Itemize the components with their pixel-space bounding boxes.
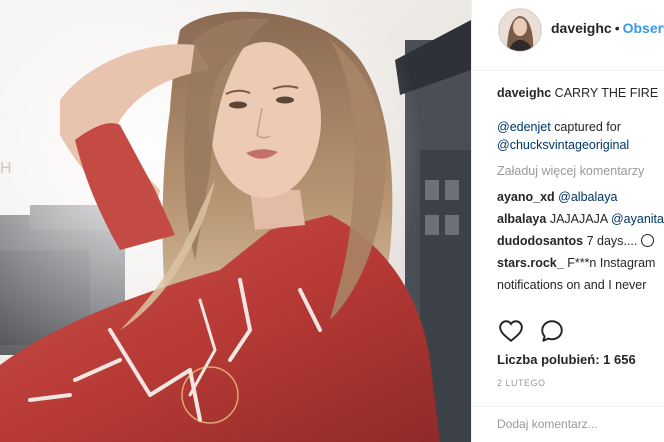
- caption: daveighc CARRY THE FIRE: [497, 84, 664, 102]
- tags-text: captured for: [550, 120, 621, 134]
- comment-text: 7 days....: [586, 234, 638, 248]
- header-separator: •: [614, 20, 620, 36]
- likes-count[interactable]: Liczba polubień: 1 656: [497, 352, 636, 367]
- comment-line: stars.rock_ F***n Instagram: [497, 254, 664, 272]
- header-username[interactable]: daveighc: [551, 20, 612, 36]
- photo-partial-text: H: [0, 160, 12, 177]
- photo-image: [0, 0, 471, 442]
- mention-link[interactable]: @albalaya: [558, 190, 617, 204]
- comment-list: ayano_xd @albalaya albalaya JAJAJAJA @ay…: [497, 188, 664, 294]
- avatar-image: [499, 9, 541, 51]
- follow-button[interactable]: Obserwuj: [623, 20, 664, 36]
- caption-text: CARRY THE FIRE: [554, 86, 659, 100]
- header-user-row: daveighc•Obserwuj: [551, 20, 664, 36]
- load-more-comments-button[interactable]: Załaduj więcej komentarzy: [497, 162, 664, 180]
- comment-text-continued: notifications on and I never: [497, 278, 647, 292]
- comment-username[interactable]: albalaya: [497, 212, 546, 226]
- comment-username[interactable]: ayano_xd: [497, 190, 555, 204]
- comment-username[interactable]: stars.rock_: [497, 256, 564, 270]
- comment-item: stars.rock_ F***n Instagram notification…: [497, 254, 664, 294]
- add-comment-bar: [472, 406, 664, 442]
- caption-username[interactable]: daveighc: [497, 86, 551, 100]
- comment-username[interactable]: dudodosantos: [497, 234, 583, 248]
- comment-text: F***n Instagram: [567, 256, 656, 270]
- comment-item: ayano_xd @albalaya: [497, 188, 664, 206]
- tags-line-1: @edenjet captured for: [497, 118, 664, 136]
- caption-tags: @edenjet captured for @chucksvintageorig…: [497, 118, 664, 154]
- post-date[interactable]: 2 LUTEGO: [497, 378, 546, 388]
- mention-link[interactable]: @edenjet: [497, 120, 551, 134]
- post-photo[interactable]: H: [0, 0, 471, 442]
- avatar[interactable]: [498, 8, 542, 52]
- mention-link[interactable]: @ayanitax: [611, 212, 664, 226]
- heart-icon[interactable]: [498, 318, 524, 344]
- emoji-icon: [640, 234, 654, 247]
- mention-link[interactable]: @chucksvintageoriginal: [497, 138, 629, 152]
- tags-line-2: @chucksvintageoriginal: [497, 136, 664, 154]
- add-comment-input[interactable]: [497, 417, 657, 431]
- comment-item: dudodosantos 7 days....: [497, 232, 664, 250]
- comment-text: JAJAJAJA: [549, 212, 608, 226]
- post-sidebar: daveighc•Obserwuj daveighc CARRY THE FIR…: [471, 0, 664, 442]
- comment-bubble-icon[interactable]: [539, 318, 565, 344]
- comment-item: albalaya JAJAJAJA @ayanitax: [497, 210, 664, 228]
- post-header: daveighc•Obserwuj: [472, 0, 664, 71]
- comments-area: daveighc CARRY THE FIRE @edenjet capture…: [497, 80, 664, 298]
